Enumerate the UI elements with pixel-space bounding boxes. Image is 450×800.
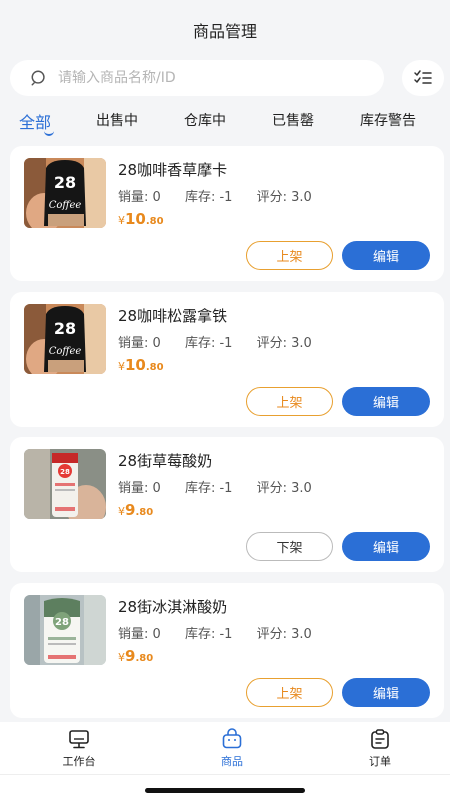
product-image: 28 [24, 449, 106, 519]
search-icon [31, 70, 45, 86]
price-integer: 10 [125, 210, 146, 228]
edit-button[interactable]: 编辑 [342, 677, 430, 707]
svg-text:28: 28 [54, 173, 76, 192]
product-stats: 销量: 0 库存: -1 评分: 3.0 [118, 332, 332, 351]
tab-stock-warning[interactable]: 库存警告 [360, 110, 416, 130]
nav-label: 工作台 [62, 755, 96, 768]
product-card[interactable]: 28 Coffee 28咖啡香草摩卡 销量: 0 库存: -1 评分: 3.0 … [10, 146, 444, 281]
rating: 评分: 3.0 [256, 626, 312, 642]
sales-count: 销量: 0 [118, 190, 161, 205]
list-on-shelf-button[interactable]: 上架 [246, 677, 333, 707]
nav-item-workbench[interactable]: 工作台 [39, 728, 119, 769]
product-price: ¥9.80 [118, 646, 153, 665]
product-stats: 销量: 0 库存: -1 评分: 3.0 [118, 477, 332, 496]
product-price: ¥10.80 [118, 355, 164, 374]
page-header: 商品管理 [0, 0, 450, 58]
list-on-shelf-button[interactable]: 上架 [246, 386, 333, 416]
edit-button[interactable]: 编辑 [342, 241, 430, 270]
product-card[interactable]: 28 28街草莓酸奶 销量: 0 库存: -1 评分: 3.0 ¥9.80 下架… [10, 437, 444, 572]
stock-count: 库存: -1 [184, 335, 233, 351]
product-name: 28咖啡松露拿铁 [118, 306, 228, 325]
nav-item-orders[interactable]: 订单 [340, 728, 420, 769]
stock-count: 库存: -1 [184, 626, 233, 642]
bottom-nav: 工作台 商品 订单 [0, 722, 450, 800]
svg-text:28: 28 [60, 468, 70, 476]
nav-label: 订单 [369, 755, 391, 768]
stock-count: 库存: -1 [184, 190, 233, 205]
active-tab-indicator [44, 128, 54, 136]
edit-button[interactable]: 编辑 [342, 532, 430, 561]
price-decimal: .80 [135, 652, 154, 664]
price-decimal: .80 [135, 507, 154, 518]
currency-symbol: ¥ [118, 359, 125, 373]
product-stats: 销量: 0 库存: -1 评分: 3.0 [118, 623, 332, 642]
product-name: 28街冰淇淋酸奶 [118, 597, 228, 616]
product-card[interactable]: 28 Coffee 28咖啡松露拿铁 销量: 0 库存: -1 评分: 3.0 … [10, 291, 444, 427]
list-on-shelf-button[interactable]: 上架 [246, 241, 333, 270]
sales-count: 销量: 0 [118, 335, 161, 351]
product-price: ¥9.80 [118, 500, 153, 519]
sales-count: 销量: 0 [118, 481, 161, 496]
price-integer: 10 [125, 355, 146, 374]
clipboard-icon [371, 729, 389, 749]
currency-symbol: ¥ [118, 650, 125, 664]
take-off-shelf-button[interactable]: 下架 [246, 532, 333, 561]
product-stats: 销量: 0 库存: -1 评分: 3.0 [118, 186, 332, 205]
filter-list-icon [414, 70, 432, 84]
search-row [10, 60, 444, 96]
svg-text:Coffee: Coffee [49, 346, 82, 357]
price-integer: 9 [125, 646, 136, 665]
status-tabs: 全部 出售中 仓库中 已售罄 库存警告 [0, 104, 450, 142]
product-image: 28 [24, 594, 106, 665]
product-list: 28 Coffee 28咖啡香草摩卡 销量: 0 库存: -1 评分: 3.0 … [10, 146, 444, 728]
product-name: 28街草莓酸奶 [118, 452, 213, 470]
monitor-icon [69, 730, 89, 749]
rating: 评分: 3.0 [256, 335, 312, 351]
nav-divider [0, 774, 450, 775]
svg-text:28: 28 [55, 617, 69, 628]
nav-item-products[interactable]: 商品 [192, 728, 272, 769]
rating: 评分: 3.0 [256, 481, 312, 496]
product-card[interactable]: 28 28街冰淇淋酸奶 销量: 0 库存: -1 评分: 3.0 ¥9.80 上… [10, 582, 444, 718]
nav-label: 商品 [221, 755, 243, 768]
price-decimal: .80 [145, 216, 164, 227]
product-image: 28 Coffee [24, 158, 106, 228]
search-input[interactable] [58, 70, 358, 86]
tab-sold-out[interactable]: 已售罄 [272, 110, 314, 130]
stock-count: 库存: -1 [184, 481, 233, 496]
edit-button[interactable]: 编辑 [342, 386, 430, 416]
currency-symbol: ¥ [118, 505, 125, 518]
product-price: ¥10.80 [118, 209, 164, 228]
rating: 评分: 3.0 [256, 190, 312, 205]
currency-symbol: ¥ [118, 214, 125, 227]
price-integer: 9 [125, 501, 136, 519]
price-decimal: .80 [145, 361, 164, 373]
search-box[interactable] [10, 60, 384, 96]
product-name: 28咖啡香草摩卡 [118, 161, 228, 179]
tab-on-sale[interactable]: 出售中 [96, 110, 138, 130]
tab-in-warehouse[interactable]: 仓库中 [184, 110, 226, 130]
sales-count: 销量: 0 [118, 626, 161, 642]
home-indicator [145, 788, 305, 793]
product-image: 28 Coffee [24, 303, 106, 374]
svg-text:Coffee: Coffee [49, 200, 82, 211]
filter-button[interactable] [402, 60, 444, 96]
svg-text:28: 28 [54, 319, 76, 338]
bag-icon [222, 728, 242, 749]
page-title: 商品管理 [192, 22, 257, 41]
